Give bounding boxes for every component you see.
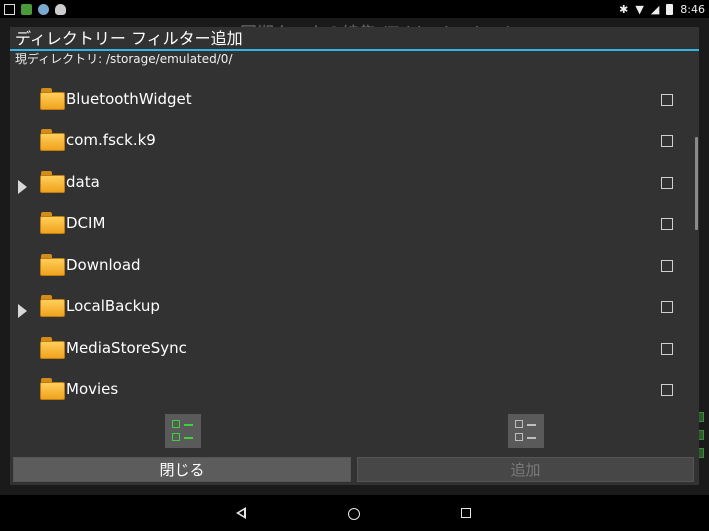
folder-checkbox[interactable] bbox=[661, 218, 673, 230]
back-icon[interactable] bbox=[236, 507, 246, 519]
status-bar: ✱ ▼ ◢ 8:46 bbox=[0, 0, 709, 18]
unselect-all-button[interactable] bbox=[508, 414, 544, 448]
list-item[interactable]: Movies bbox=[10, 372, 699, 413]
directory-list[interactable]: BluetoothWidget com.fsck.k9 data DCIM Do… bbox=[10, 82, 699, 430]
folder-icon bbox=[40, 295, 65, 317]
folder-name: data bbox=[66, 173, 100, 191]
list-item[interactable]: Download bbox=[10, 248, 699, 289]
list-item[interactable]: LocalBackup bbox=[10, 289, 699, 330]
expand-arrow-icon[interactable] bbox=[18, 180, 27, 194]
square-notification-icon bbox=[4, 3, 15, 15]
folder-checkbox[interactable] bbox=[661, 94, 673, 106]
folder-checkbox[interactable] bbox=[661, 177, 673, 189]
list-item[interactable]: data bbox=[10, 165, 699, 206]
list-item[interactable]: BluetoothWidget bbox=[10, 82, 699, 123]
home-icon[interactable] bbox=[348, 508, 360, 520]
folder-icon bbox=[40, 129, 65, 151]
title-divider bbox=[10, 49, 699, 51]
list-item[interactable]: com.fsck.k9 bbox=[10, 123, 699, 164]
expand-arrow-icon[interactable] bbox=[18, 304, 27, 318]
select-all-button[interactable] bbox=[165, 414, 201, 448]
battery-icon bbox=[666, 3, 674, 15]
folder-name: MediaStoreSync bbox=[66, 339, 187, 357]
folder-name: Movies bbox=[66, 380, 119, 398]
folder-name: DCIM bbox=[66, 214, 106, 232]
folder-icon bbox=[40, 254, 65, 276]
status-time: 8:46 bbox=[680, 2, 705, 16]
folder-checkbox[interactable] bbox=[661, 384, 673, 396]
folder-checkbox[interactable] bbox=[661, 301, 673, 313]
wifi-icon: ▼ bbox=[635, 2, 644, 16]
list-item[interactable]: DCIM bbox=[10, 206, 699, 247]
folder-icon bbox=[40, 88, 65, 110]
folder-name: BluetoothWidget bbox=[66, 90, 192, 108]
folder-name: Download bbox=[66, 256, 141, 274]
signal-icon: ◢ bbox=[650, 2, 660, 16]
navigation-bar bbox=[0, 495, 709, 531]
folder-icon bbox=[40, 212, 65, 234]
robot-icon bbox=[55, 3, 66, 15]
folder-checkbox[interactable] bbox=[661, 135, 673, 147]
folder-name: com.fsck.k9 bbox=[66, 131, 156, 149]
directory-filter-dialog: ディレクトリー フィルター追加 現ディレクトリ: /storage/emulat… bbox=[10, 27, 699, 485]
folder-icon bbox=[40, 337, 65, 359]
folder-checkbox[interactable] bbox=[661, 343, 673, 355]
folder-name: LocalBackup bbox=[66, 297, 160, 315]
current-directory-label: 現ディレクトリ: /storage/emulated/0/ bbox=[15, 52, 233, 66]
bluetooth-icon: ✱ bbox=[619, 2, 629, 16]
list-scrollbar[interactable] bbox=[695, 137, 698, 230]
green-app-icon bbox=[21, 3, 32, 15]
folder-icon bbox=[40, 378, 65, 400]
dialog-title: ディレクトリー フィルター追加 bbox=[15, 29, 243, 48]
recent-apps-icon[interactable] bbox=[461, 508, 471, 518]
blue-app-icon bbox=[38, 3, 49, 15]
folder-icon bbox=[40, 171, 65, 193]
folder-checkbox[interactable] bbox=[661, 260, 673, 272]
close-button[interactable]: 閉じる bbox=[13, 457, 351, 482]
add-button[interactable]: 追加 bbox=[357, 457, 694, 482]
list-item[interactable]: MediaStoreSync bbox=[10, 331, 699, 372]
